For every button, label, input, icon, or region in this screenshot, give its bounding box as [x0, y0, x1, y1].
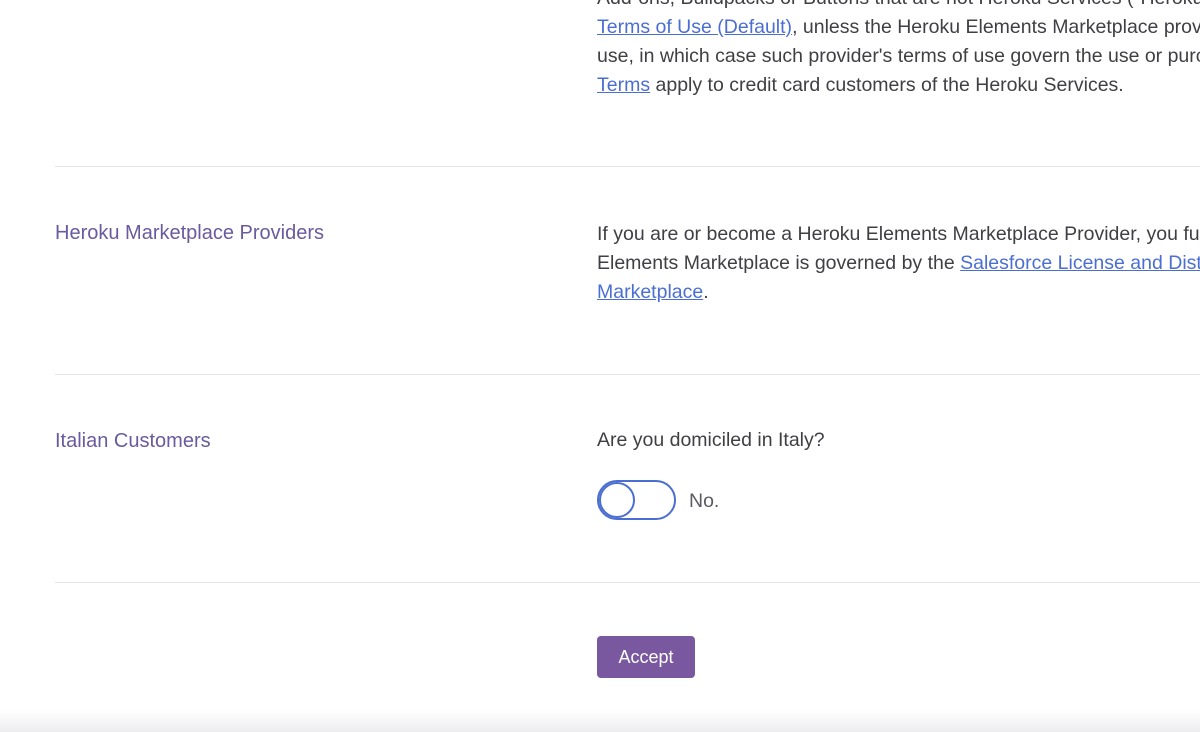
- section-divider: [55, 582, 1200, 583]
- salesforce-license-link[interactable]: Salesforce License and Distribution Agre…: [960, 252, 1200, 274]
- section-divider: [55, 374, 1200, 375]
- terms-text-line-2: use, in which case such provider's terms…: [597, 45, 1200, 67]
- terms-text-line-0: Add-ons, Buildpacks or Buttons that are …: [597, 0, 1200, 13]
- marketplace-text-line-2: Elements Marketplace is governed by the …: [597, 249, 1200, 278]
- marketplace-text-line-3: Marketplace.: [597, 278, 709, 307]
- terms-text-line-1-rest: , unless the Heroku Elements Marketplace…: [792, 16, 1200, 38]
- accept-button[interactable]: Accept: [597, 636, 695, 678]
- terms-page: Add-ons, Buildpacks or Buttons that are …: [0, 0, 1200, 732]
- terms-text-line-3-rest: apply to credit card customers of the He…: [650, 74, 1124, 96]
- italy-domicile-toggle[interactable]: [597, 480, 676, 520]
- terms-of-use-default-link[interactable]: Terms of Use (Default): [597, 16, 792, 38]
- page-bottom-fade: [0, 710, 1200, 732]
- marketplace-section-label: Heroku Marketplace Providers: [55, 222, 324, 244]
- marketplace-text-period: .: [703, 281, 709, 303]
- section-divider: [55, 166, 1200, 167]
- terms-text-line-1: Terms of Use (Default), unless the Herok…: [597, 13, 1200, 42]
- terms-text-line-3: Terms apply to credit card customers of …: [597, 71, 1124, 100]
- toggle-state-text: No.: [689, 490, 720, 512]
- marketplace-text-line-1: If you are or become a Heroku Elements M…: [597, 223, 1200, 245]
- italian-customers-label: Italian Customers: [55, 430, 211, 452]
- toggle-knob: [599, 482, 635, 518]
- terms-link[interactable]: Terms: [597, 74, 650, 96]
- marketplace-text-line-2-prefix: Elements Marketplace is governed by the: [597, 252, 961, 274]
- marketplace-link[interactable]: Marketplace: [597, 281, 703, 303]
- italy-question: Are you domiciled in Italy?: [597, 429, 825, 451]
